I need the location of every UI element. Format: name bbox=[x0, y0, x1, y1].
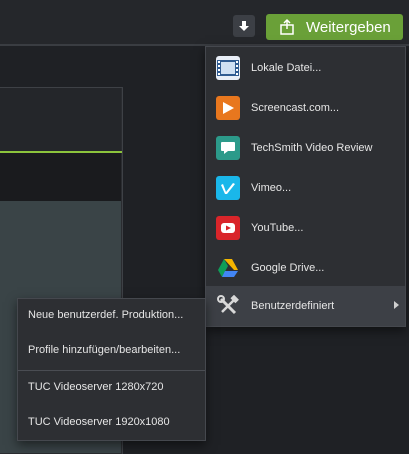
google-drive-icon bbox=[216, 256, 240, 280]
download-button[interactable] bbox=[233, 15, 255, 37]
menu-item-label: Google Drive... bbox=[251, 262, 325, 274]
left-panel-header bbox=[0, 88, 121, 151]
menu-item-label: Screencast.com... bbox=[251, 102, 340, 114]
submenu-item-add-edit-profiles[interactable]: Profile hinzufügen/bearbeiten... bbox=[28, 344, 180, 356]
film-strip-icon bbox=[216, 56, 240, 80]
screencast-icon bbox=[216, 96, 240, 120]
menu-item-techsmith-video-review[interactable]: TechSmith Video Review bbox=[206, 128, 405, 168]
left-panel-strip bbox=[0, 153, 121, 201]
menu-item-label: Lokale Datei... bbox=[251, 62, 322, 74]
upload-icon bbox=[280, 18, 294, 35]
submenu-item-preset-1280x720[interactable]: TUC Videoserver 1280x720 bbox=[28, 381, 164, 393]
share-menu: Lokale Datei... Screencast.com... TechSm… bbox=[205, 46, 406, 327]
vimeo-icon bbox=[216, 176, 240, 200]
submenu-divider bbox=[18, 370, 205, 371]
menu-item-local-file[interactable]: Lokale Datei... bbox=[206, 48, 405, 88]
download-icon bbox=[239, 21, 249, 31]
submenu-arrow-icon bbox=[394, 301, 399, 309]
menu-item-youtube[interactable]: YouTube... bbox=[206, 208, 405, 248]
submenu-item-preset-1920x1080[interactable]: TUC Videoserver 1920x1080 bbox=[28, 416, 170, 428]
menu-item-google-drive[interactable]: Google Drive... bbox=[206, 248, 405, 288]
menu-item-custom[interactable]: Benutzerdefiniert bbox=[206, 286, 405, 326]
menu-item-vimeo[interactable]: Vimeo... bbox=[206, 168, 405, 208]
submenu-item-new-custom-production[interactable]: Neue benutzerdef. Produktion... bbox=[28, 309, 183, 321]
share-button[interactable]: Weitergeben bbox=[266, 14, 403, 40]
youtube-icon bbox=[216, 216, 240, 240]
menu-item-label: Vimeo... bbox=[251, 182, 292, 194]
share-button-label: Weitergeben bbox=[306, 18, 391, 36]
speech-bubble-icon bbox=[216, 136, 240, 160]
menu-item-label: TechSmith Video Review bbox=[251, 142, 373, 154]
menu-item-label: Benutzerdefiniert bbox=[251, 300, 335, 312]
custom-production-submenu: Neue benutzerdef. Produktion... Profile … bbox=[17, 298, 206, 441]
wrench-hammer-icon bbox=[216, 294, 240, 318]
menu-item-screencast[interactable]: Screencast.com... bbox=[206, 88, 405, 128]
menu-item-label: YouTube... bbox=[251, 222, 304, 234]
